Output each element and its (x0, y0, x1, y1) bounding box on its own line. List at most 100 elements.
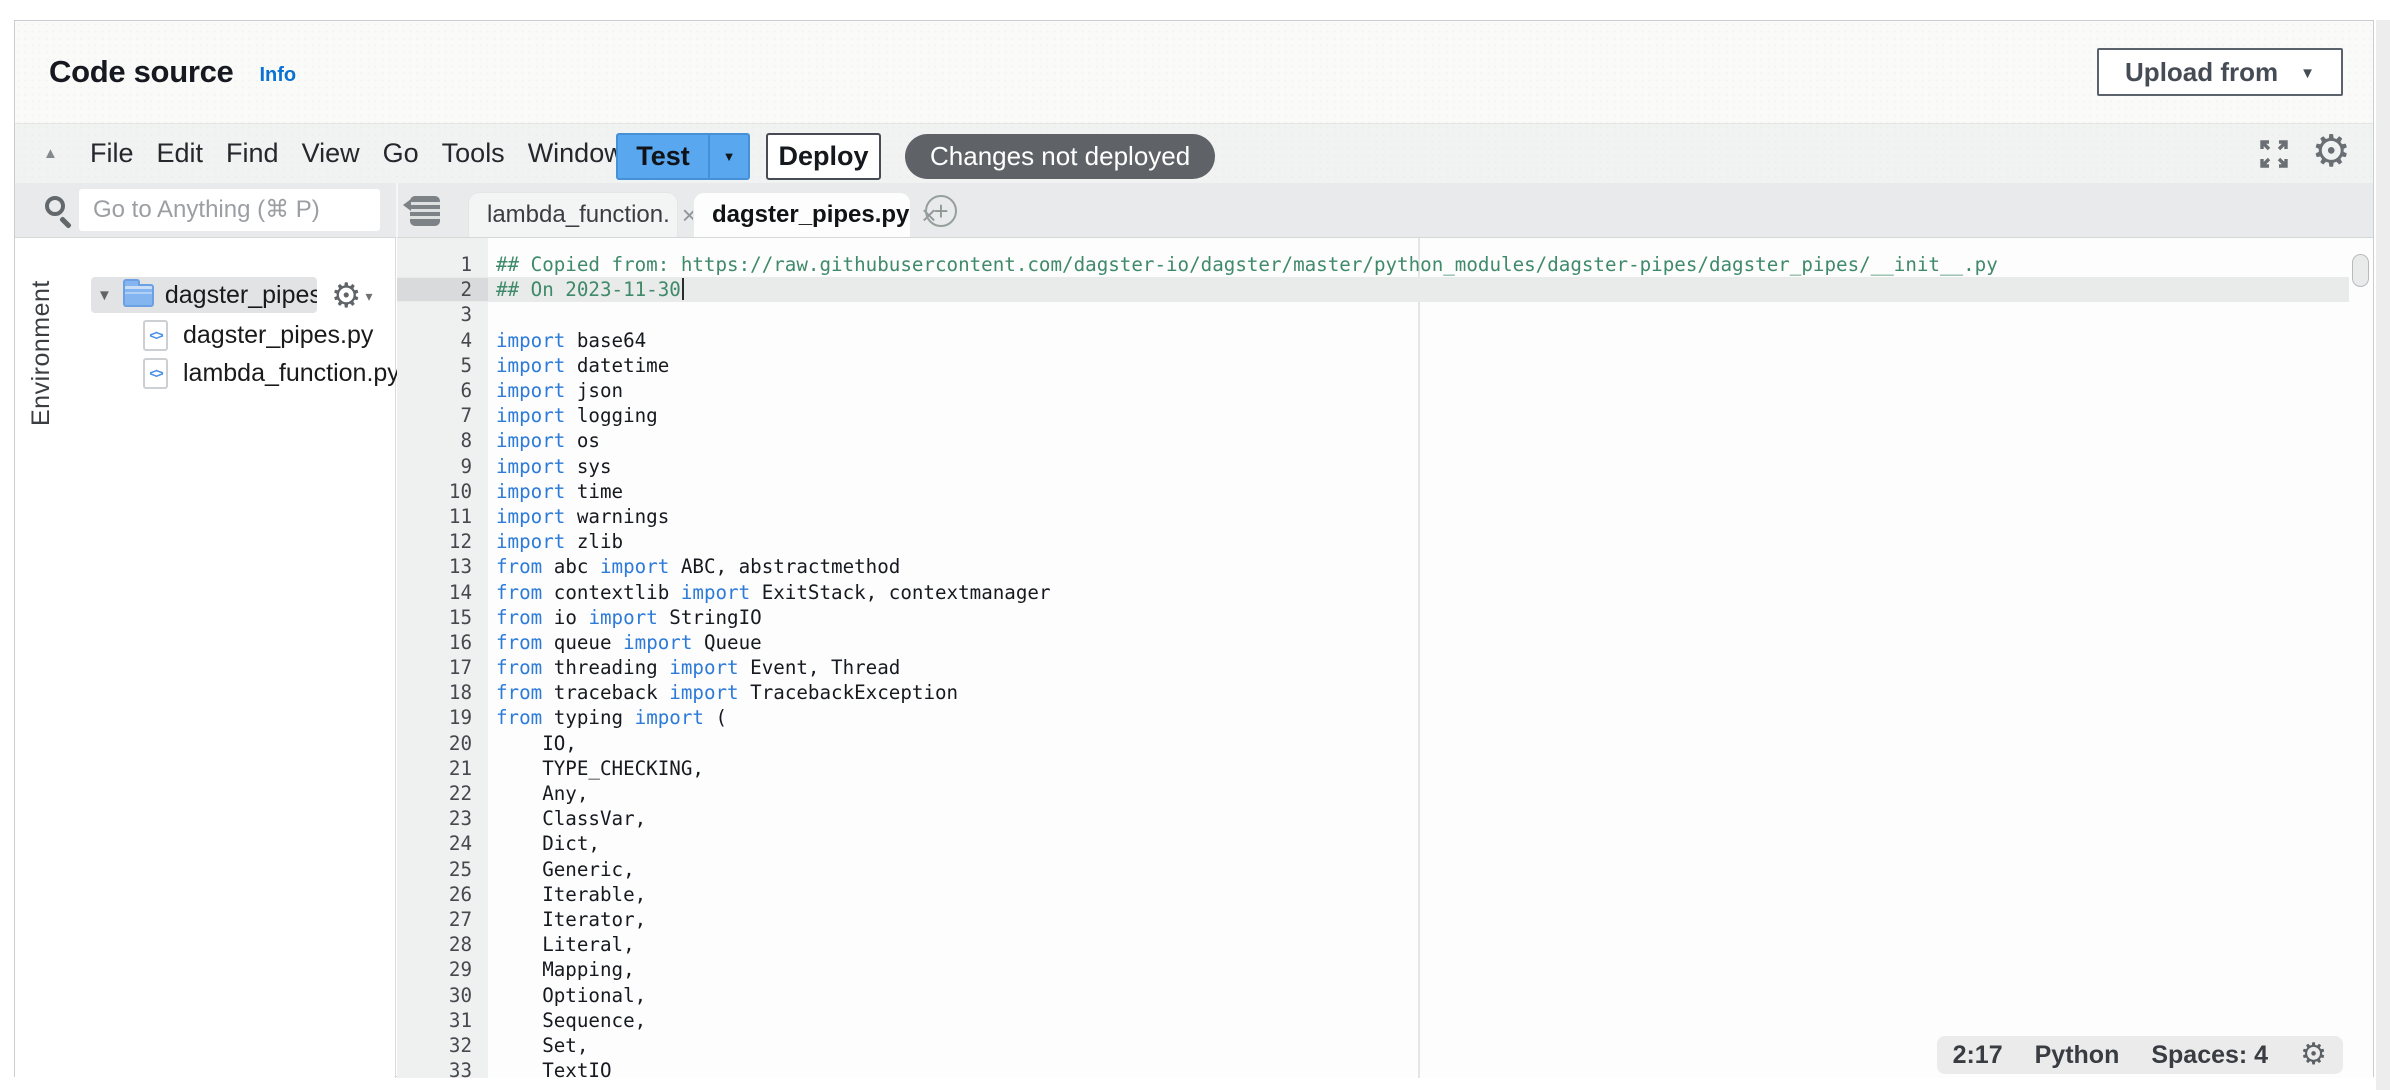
test-dropdown-icon[interactable]: ▼ (710, 135, 748, 178)
code-text[interactable]: Generic, (488, 858, 635, 881)
code-text[interactable]: TextIO (488, 1059, 612, 1078)
line-number[interactable]: 5 (397, 354, 488, 377)
code-text[interactable]: Dict, (488, 832, 600, 855)
line-number[interactable]: 28 (397, 933, 488, 956)
gear-icon[interactable]: ⚙ (2312, 130, 2351, 174)
code-text[interactable]: Optional, (488, 984, 646, 1007)
tab-lambda_function[interactable]: lambda_function.× (468, 192, 678, 237)
collapse-menu-icon[interactable]: ▲ (43, 145, 58, 162)
code-line-17[interactable]: 17from threading import Event, Thread (397, 655, 2349, 680)
code-line-30[interactable]: 30 Optional, (397, 982, 2349, 1007)
cursor-position[interactable]: 2:17 (1953, 1041, 2003, 1070)
line-number[interactable]: 7 (397, 404, 488, 427)
indentation-setting[interactable]: Spaces: 4 (2151, 1041, 2268, 1070)
code-line-25[interactable]: 25 Generic, (397, 857, 2349, 882)
line-number[interactable]: 27 (397, 908, 488, 931)
code-text[interactable]: from typing import ( (488, 706, 727, 729)
fullscreen-icon[interactable] (2256, 136, 2292, 172)
scrollbar-thumb[interactable] (2352, 254, 2369, 287)
code-text[interactable]: Literal, (488, 933, 635, 956)
code-line-21[interactable]: 21 TYPE_CHECKING, (397, 756, 2349, 781)
line-number[interactable]: 23 (397, 807, 488, 830)
code-line-5[interactable]: 5import datetime (397, 353, 2349, 378)
code-text[interactable]: from abc import ABC, abstractmethod (488, 555, 900, 578)
code-text[interactable]: Mapping, (488, 958, 635, 981)
code-text[interactable]: import datetime (488, 354, 669, 377)
menu-item-view[interactable]: View (301, 138, 361, 169)
line-number[interactable]: 6 (397, 379, 488, 402)
line-number[interactable]: 14 (397, 581, 488, 604)
line-number[interactable]: 9 (397, 455, 488, 478)
code-line-31[interactable]: 31 Sequence, (397, 1008, 2349, 1033)
code-line-18[interactable]: 18from traceback import TracebackExcepti… (397, 680, 2349, 705)
code-text[interactable]: import json (488, 379, 623, 402)
code-line-11[interactable]: 11import warnings (397, 504, 2349, 529)
code-text[interactable]: Sequence, (488, 1009, 646, 1032)
line-number[interactable]: 25 (397, 858, 488, 881)
line-number[interactable]: 1 (397, 253, 488, 276)
line-number[interactable]: 24 (397, 832, 488, 855)
line-number[interactable]: 11 (397, 505, 488, 528)
code-text[interactable]: from traceback import TracebackException (488, 681, 958, 704)
menu-item-edit[interactable]: Edit (156, 138, 205, 169)
menu-item-go[interactable]: Go (382, 138, 420, 169)
line-number[interactable]: 30 (397, 984, 488, 1007)
code-text[interactable]: TYPE_CHECKING, (488, 757, 704, 780)
line-number[interactable]: 32 (397, 1034, 488, 1057)
disclosure-triangle-icon[interactable]: ▼ (97, 287, 112, 304)
line-number[interactable]: 17 (397, 656, 488, 679)
menu-item-file[interactable]: File (89, 138, 135, 169)
code-text[interactable]: Iterator, (488, 908, 646, 931)
code-line-16[interactable]: 16from queue import Queue (397, 630, 2349, 655)
code-line-29[interactable]: 29 Mapping, (397, 957, 2349, 982)
tree-settings-control[interactable]: ⚙ ▾ (331, 279, 373, 313)
code-text[interactable]: from contextlib import ExitStack, contex… (488, 581, 1051, 604)
code-line-1[interactable]: 1## Copied from: https://raw.githubuserc… (397, 252, 2349, 277)
line-number[interactable]: 4 (397, 329, 488, 352)
menu-item-window[interactable]: Window (527, 138, 625, 169)
code-line-8[interactable]: 8import os (397, 428, 2349, 453)
code-line-13[interactable]: 13from abc import ABC, abstractmethod (397, 554, 2349, 579)
line-number[interactable]: 16 (397, 631, 488, 654)
line-number[interactable]: 26 (397, 883, 488, 906)
line-number[interactable]: 13 (397, 555, 488, 578)
code-text[interactable]: import time (488, 480, 623, 503)
line-number[interactable]: 10 (397, 480, 488, 503)
code-text[interactable]: from threading import Event, Thread (488, 656, 900, 679)
new-tab-button[interactable]: + (925, 195, 957, 227)
line-number[interactable]: 12 (397, 530, 488, 553)
code-text[interactable]: from queue import Queue (488, 631, 762, 654)
tree-file-dagster_pipes.py[interactable]: <>dagster_pipes.py (143, 316, 400, 354)
tab-dagster_pipes.py[interactable]: dagster_pipes.py× (693, 192, 911, 237)
code-line-7[interactable]: 7import logging (397, 403, 2349, 428)
code-editor[interactable]: 1## Copied from: https://raw.githubuserc… (397, 238, 2373, 1078)
code-line-4[interactable]: 4import base64 (397, 328, 2349, 353)
code-line-23[interactable]: 23 ClassVar, (397, 806, 2349, 831)
code-text[interactable]: import warnings (488, 505, 669, 528)
line-number[interactable]: 31 (397, 1009, 488, 1032)
tab-list-icon[interactable] (410, 196, 440, 226)
code-line-10[interactable]: 10import time (397, 479, 2349, 504)
code-line-26[interactable]: 26 Iterable, (397, 882, 2349, 907)
code-line-22[interactable]: 22 Any, (397, 781, 2349, 806)
deploy-button[interactable]: Deploy (766, 133, 881, 180)
language-mode[interactable]: Python (2035, 1041, 2120, 1070)
vertical-scrollbar[interactable] (2349, 238, 2373, 1078)
line-number[interactable]: 22 (397, 782, 488, 805)
code-line-28[interactable]: 28 Literal, (397, 932, 2349, 957)
code-line-27[interactable]: 27 Iterator, (397, 907, 2349, 932)
test-button-label[interactable]: Test (618, 135, 710, 178)
code-line-12[interactable]: 12import zlib (397, 529, 2349, 554)
code-text[interactable]: ## Copied from: https://raw.githubuserco… (488, 253, 1998, 276)
line-number[interactable]: 21 (397, 757, 488, 780)
code-text[interactable]: import zlib (488, 530, 623, 553)
line-number[interactable]: 29 (397, 958, 488, 981)
code-text[interactable]: import logging (488, 404, 658, 427)
tree-folder-row[interactable]: ▼ dagster_pipes_funct (91, 277, 317, 313)
code-line-9[interactable]: 9import sys (397, 454, 2349, 479)
line-number[interactable]: 20 (397, 732, 488, 755)
code-line-14[interactable]: 14from contextlib import ExitStack, cont… (397, 579, 2349, 604)
code-text[interactable]: from io import StringIO (488, 606, 762, 629)
code-line-19[interactable]: 19from typing import ( (397, 705, 2349, 730)
code-text[interactable]: Iterable, (488, 883, 646, 906)
